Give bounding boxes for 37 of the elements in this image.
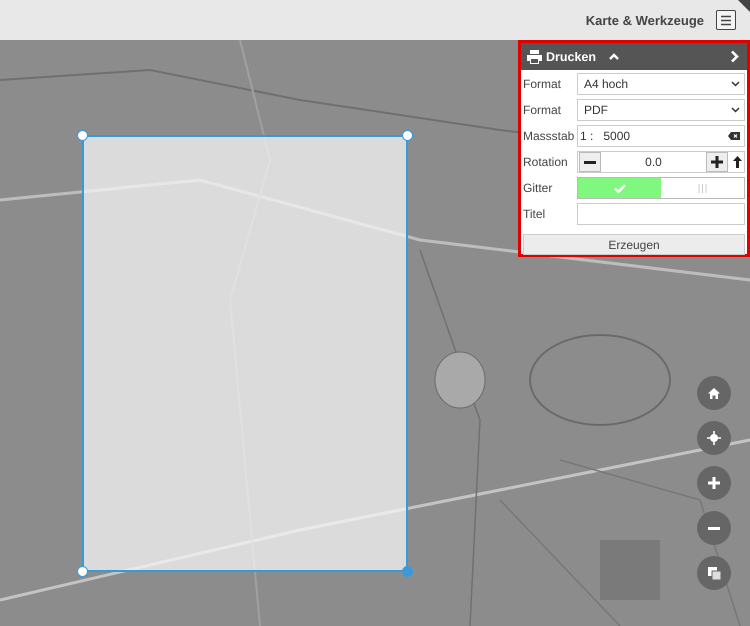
- layers-icon: [708, 566, 720, 580]
- home-icon: [708, 388, 720, 398]
- field-label: Massstab: [523, 129, 576, 143]
- decrement-button[interactable]: [579, 152, 601, 172]
- select-field[interactable]: PDF: [577, 99, 745, 121]
- plus-icon: [708, 477, 720, 489]
- field-label: Format: [523, 103, 562, 117]
- field-label: Titel: [523, 207, 546, 221]
- generate-button[interactable]: Erzeugen: [523, 234, 745, 255]
- minus-icon: [584, 160, 596, 164]
- increment-button[interactable]: [706, 152, 728, 172]
- chevron-down-icon: [731, 107, 740, 113]
- field-label: Rotation: [523, 155, 569, 169]
- title-input[interactable]: [577, 203, 745, 225]
- select-field[interactable]: A4 hoch: [577, 73, 745, 95]
- caret-icon: [609, 52, 620, 60]
- close-panel-button[interactable]: [728, 48, 741, 65]
- arrow-up-icon[interactable]: [733, 156, 742, 168]
- field-label: Gitter: [523, 181, 554, 195]
- clear-icon: [728, 132, 740, 140]
- chevron-right-icon: [730, 50, 739, 63]
- corner-icon: [738, 0, 750, 12]
- check-icon: [614, 184, 626, 192]
- bars-icon: [698, 184, 707, 192]
- chevron-down-icon: [731, 81, 740, 87]
- scale-field[interactable]: 1 : 5000: [577, 125, 745, 147]
- field-label: Format: [523, 77, 562, 91]
- menu-icon: [720, 14, 732, 26]
- panel-title: Drucken: [546, 50, 596, 64]
- menu-button[interactable]: [716, 10, 736, 30]
- minus-icon: [708, 526, 720, 530]
- plus-icon: [711, 156, 723, 168]
- collapse-button[interactable]: [607, 50, 622, 62]
- crosshair-icon: [707, 431, 721, 445]
- header-title: Karte & Werkzeuge: [586, 12, 704, 28]
- grid-toggle[interactable]: [577, 177, 745, 199]
- printer-icon: [526, 48, 543, 64]
